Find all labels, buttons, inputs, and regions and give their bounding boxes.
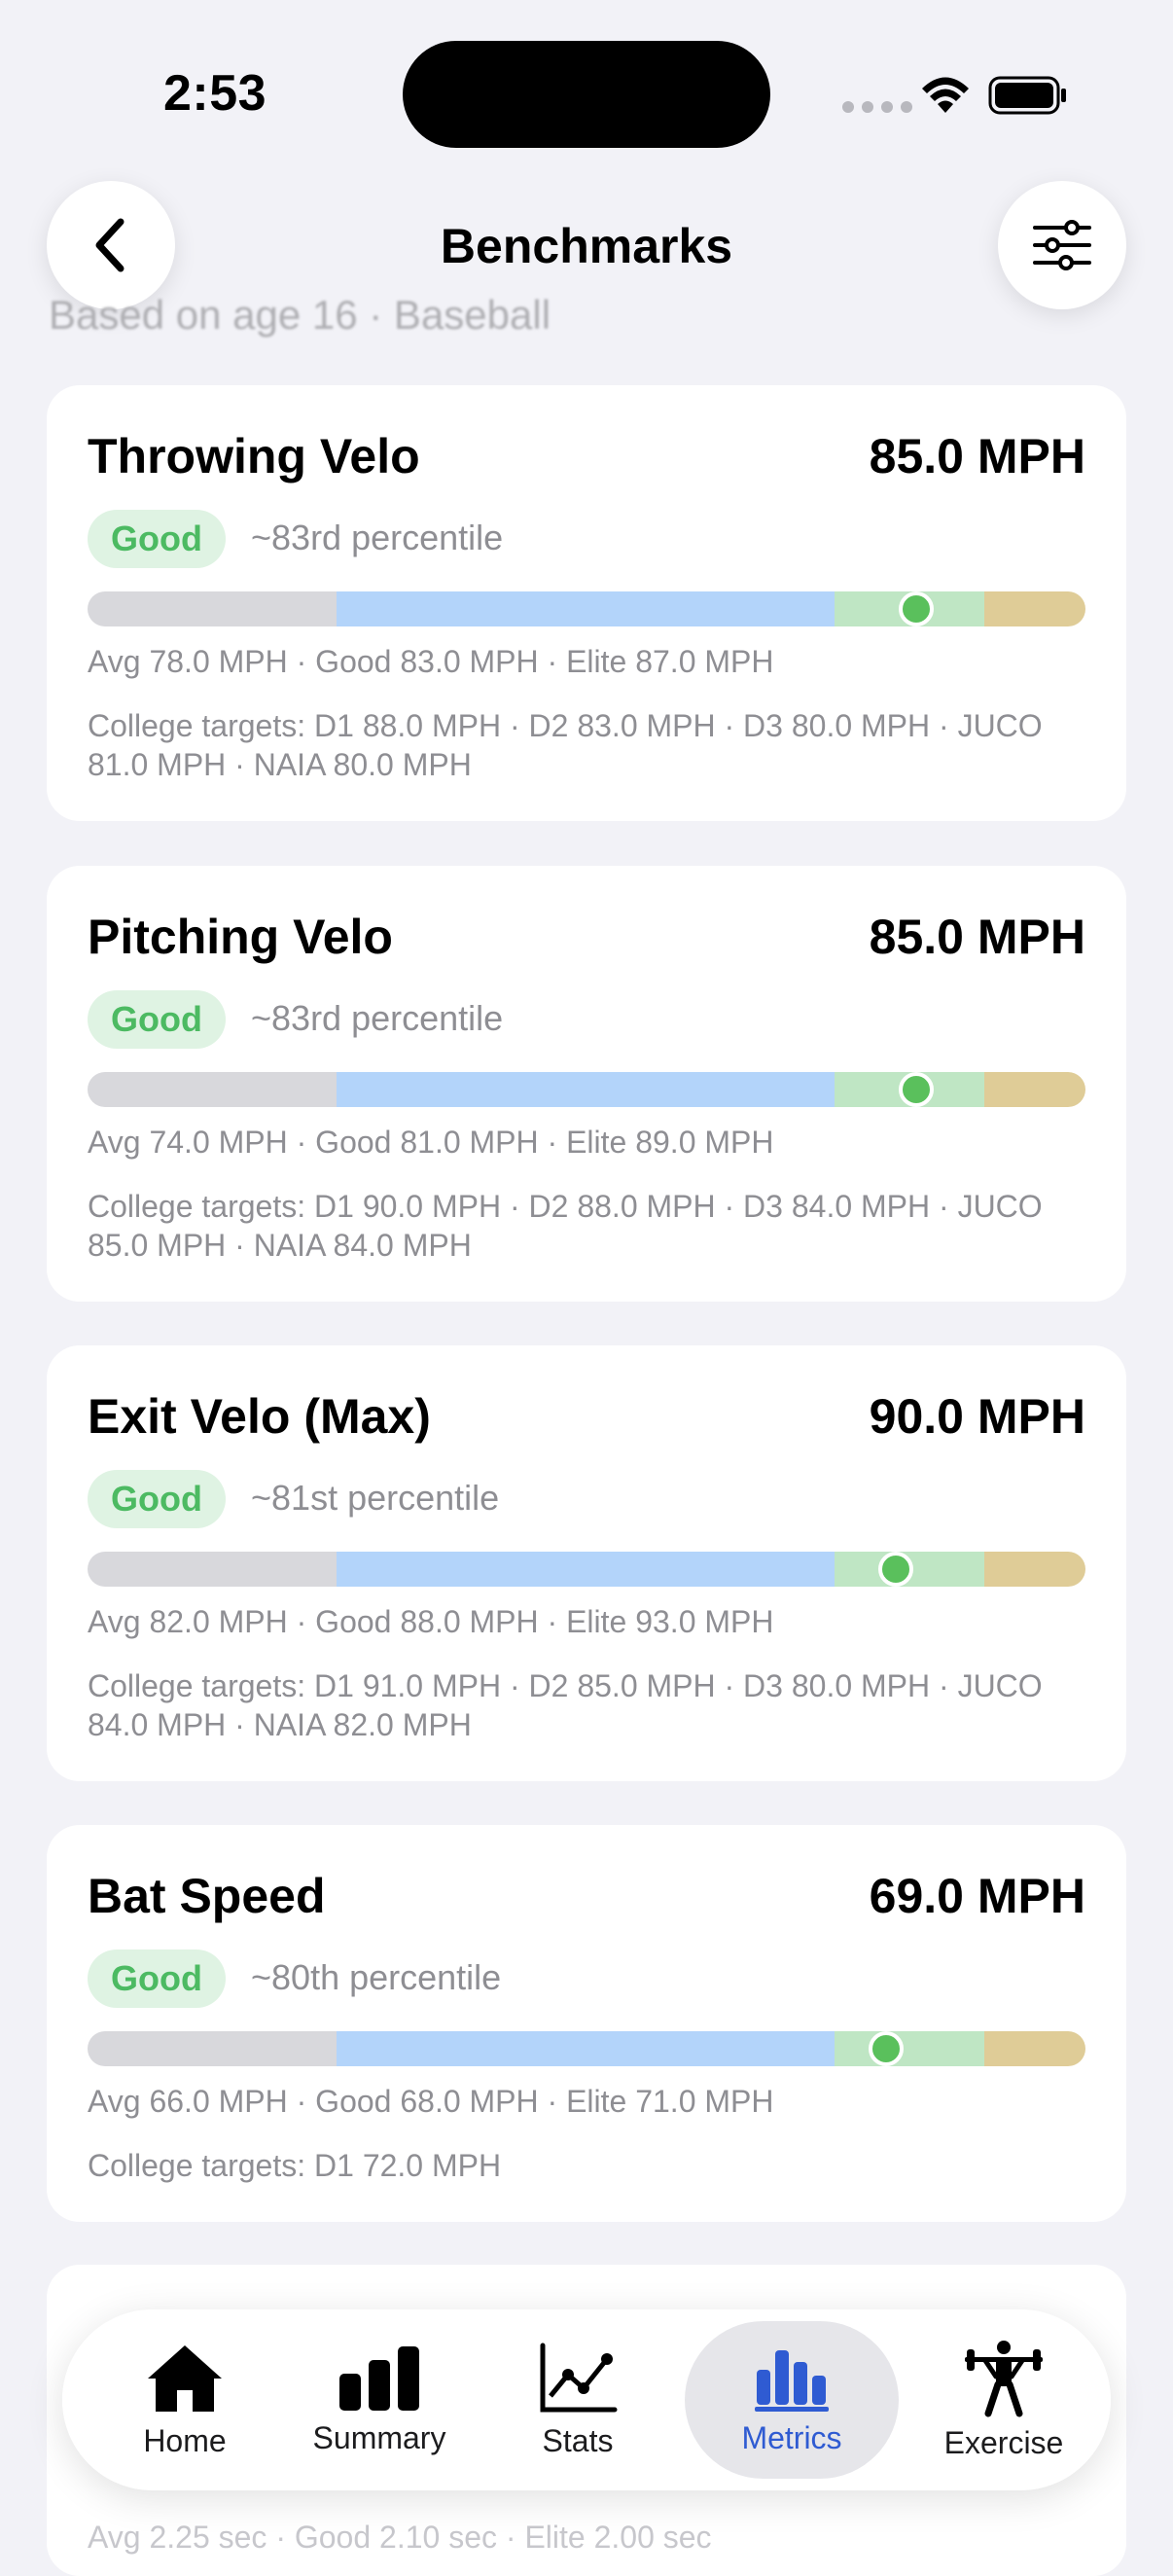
status-badge: Good [88,1470,226,1528]
benchmark-thresholds: Avg 2.25 sec · Good 2.10 sec · Elite 2.0… [88,2520,712,2555]
percentile-text: ~83rd percentile [251,998,504,1038]
metric-title: Bat Speed [88,1869,326,1923]
benchmark-range-bar [88,591,1085,626]
tab-label: Metrics [741,2419,842,2455]
status-badge: Good [88,1950,226,2008]
tab-label: Home [143,2422,227,2458]
benchmark-thresholds: Avg 74.0 MPH · Good 81.0 MPH · Elite 89.… [88,1125,774,1160]
dynamic-island [403,41,770,148]
cellular-signal-icon [842,101,912,113]
benchmark-card-exit-velo[interactable]: Exit Velo (Max) 90.0 MPH Good ~81st perc… [47,1345,1126,1781]
percentile-text: ~80th percentile [251,1957,502,1997]
percentile-text: ~83rd percentile [251,518,504,557]
player-position-marker [898,1072,934,1107]
tab-label: Stats [542,2422,614,2458]
player-position-marker [898,591,934,626]
college-targets: College targets: D1 91.0 MPH · D2 85.0 M… [88,1668,1043,1742]
status-bar: 2:53 [0,0,1173,185]
benchmark-card-throwing-velo[interactable]: Throwing Velo 85.0 MPH Good ~83rd percen… [47,385,1126,821]
college-targets: College targets: D1 88.0 MPH · D2 83.0 M… [88,708,1043,782]
benchmark-range-bar [88,1552,1085,1587]
tab-label: Exercise [943,2424,1064,2460]
status-time: 2:53 [163,65,267,122]
metric-title: Exit Velo (Max) [88,1389,431,1444]
house-icon [148,2344,222,2412]
benchmark-card-bat-speed[interactable]: Bat Speed 69.0 MPH Good ~80th percentile… [47,1825,1126,2222]
metric-value: 90.0 MPH [869,1389,1085,1444]
metric-title: Pitching Velo [88,910,393,964]
tab-stats[interactable]: Stats [510,2309,646,2490]
benchmark-thresholds: Avg 78.0 MPH · Good 83.0 MPH · Elite 87.… [88,644,774,679]
benchmark-card-pitching-velo[interactable]: Pitching Velo 85.0 MPH Good ~83rd percen… [47,866,1126,1302]
tab-exercise[interactable]: Exercise [916,2309,1091,2490]
line-chart-icon [540,2343,618,2412]
sliders-icon [1033,220,1091,270]
metric-title: Throwing Velo [88,429,420,483]
tab-home[interactable]: Home [101,2309,268,2490]
college-targets: College targets: D1 90.0 MPH · D2 88.0 M… [88,1189,1043,1263]
metric-value: 69.0 MPH [869,1869,1085,1923]
benchmark-range-bar [88,2031,1085,2066]
bottom-tab-bar: Home Summary Stats Metrics Exercise [62,2309,1111,2490]
college-targets: College targets: D1 72.0 MPH [88,2148,502,2183]
wifi-icon [922,77,969,113]
status-badge: Good [88,510,226,568]
tab-metrics[interactable]: Metrics [685,2309,899,2490]
status-badge: Good [88,990,226,1049]
metric-value: 85.0 MPH [869,910,1085,964]
benchmark-range-bar [88,1072,1085,1107]
player-position-marker [878,1552,914,1587]
benchmark-thresholds: Avg 66.0 MPH · Good 68.0 MPH · Elite 71.… [88,2084,774,2119]
benchmark-thresholds: Avg 82.0 MPH · Good 88.0 MPH · Elite 93.… [88,1604,774,1639]
weightlifting-icon [965,2340,1043,2416]
bar-chart-icon [339,2345,419,2411]
tab-label: Summary [312,2419,446,2455]
metrics-chart-icon [755,2349,829,2412]
battery-icon [988,76,1066,115]
tab-summary[interactable]: Summary [296,2309,463,2490]
player-position-marker [868,2031,904,2066]
percentile-text: ~81st percentile [251,1478,500,1518]
benchmark-context-subtitle: Based on age 16 · Baseball [49,292,551,338]
metric-value: 85.0 MPH [869,429,1085,483]
filter-button[interactable] [998,181,1126,309]
